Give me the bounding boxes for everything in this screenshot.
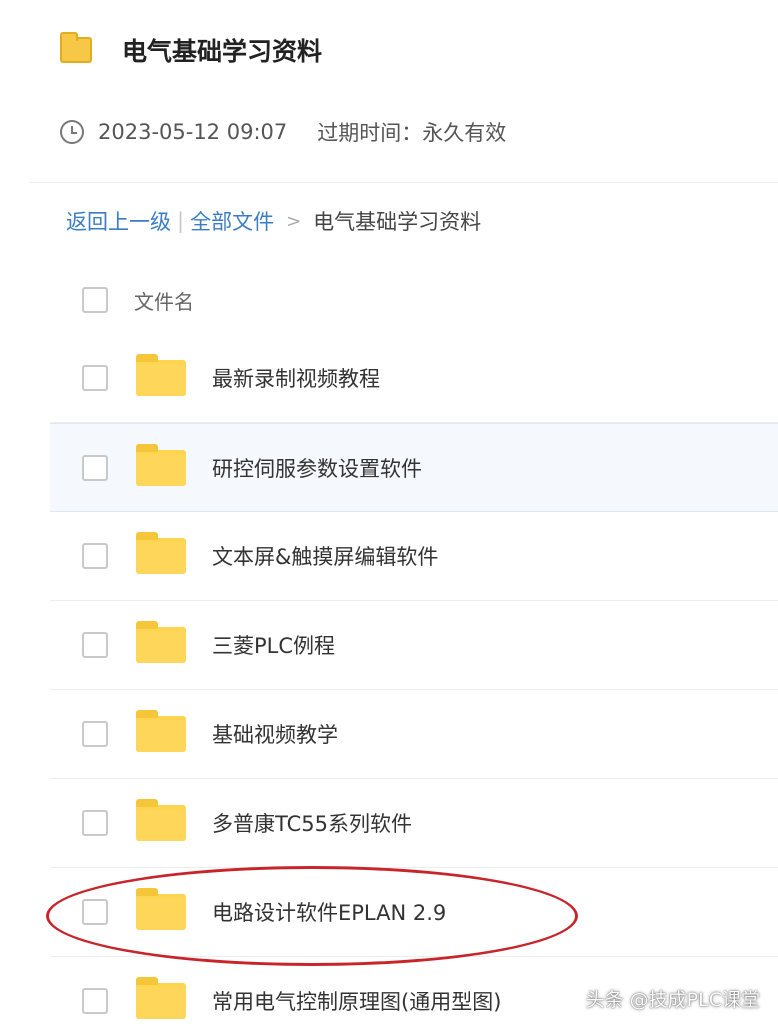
- clock-icon: [60, 120, 84, 144]
- folder-icon: [136, 710, 186, 752]
- row-checkbox[interactable]: [82, 365, 108, 391]
- row-checkbox[interactable]: [82, 632, 108, 658]
- page-title: 电气基础学习资料: [122, 37, 323, 66]
- folder-icon: [136, 532, 186, 574]
- row-checkbox[interactable]: [82, 810, 108, 836]
- column-header-filename: 文件名: [134, 289, 194, 314]
- row-checkbox[interactable]: [82, 988, 108, 1014]
- breadcrumb-current: 电气基础学习资料: [313, 210, 482, 234]
- share-meta: 2023-05-12 09:07 过期时间：永久有效: [60, 114, 506, 150]
- file-row[interactable]: 最新录制视频教程: [50, 334, 778, 423]
- folder-icon: [60, 32, 92, 63]
- share-page: 电气基础学习资料 2023-05-12 09:07 过期时间：永久有效 返回上一…: [0, 0, 778, 1030]
- folder-icon: [136, 443, 186, 486]
- share-header: 电气基础学习资料: [60, 26, 322, 74]
- file-name[interactable]: 最新录制视频教程: [212, 363, 380, 393]
- share-timestamp: 2023-05-12 09:07: [98, 120, 288, 144]
- file-name[interactable]: 电路设计软件EPLAN 2.9: [212, 897, 446, 927]
- back-link[interactable]: 返回上一级: [66, 206, 171, 236]
- file-row[interactable]: 三菱PLC例程: [50, 601, 778, 690]
- breadcrumb: 返回上一级 | 全部文件 > 电气基础学习资料: [66, 202, 481, 240]
- row-checkbox[interactable]: [82, 721, 108, 747]
- folder-icon: [136, 621, 186, 663]
- folder-icon: [136, 977, 186, 1019]
- file-list: 最新录制视频教程 研控伺服参数设置软件 文本屏&触摸屏编辑软件 三菱PLC例程 …: [50, 334, 778, 1030]
- folder-icon: [136, 799, 186, 841]
- file-list-header: 文件名: [50, 272, 778, 328]
- folder-icon: [136, 888, 186, 930]
- file-name[interactable]: 文本屏&触摸屏编辑软件: [212, 541, 438, 571]
- file-name[interactable]: 三菱PLC例程: [212, 630, 335, 660]
- file-row[interactable]: 研控伺服参数设置软件: [50, 423, 778, 512]
- row-checkbox[interactable]: [82, 899, 108, 925]
- file-name[interactable]: 多普康TC55系列软件: [212, 808, 412, 838]
- expiry-text: 过期时间：永久有效: [317, 121, 507, 145]
- file-row[interactable]: 文本屏&触摸屏编辑软件: [50, 512, 778, 601]
- row-checkbox[interactable]: [82, 543, 108, 569]
- file-name[interactable]: 基础视频教学: [212, 719, 338, 749]
- watermark: 头条 @技成PLC课堂: [585, 989, 760, 1011]
- folder-icon: [136, 354, 186, 396]
- row-checkbox[interactable]: [82, 454, 108, 481]
- breadcrumb-separator: |: [177, 209, 185, 233]
- select-all-checkbox[interactable]: [82, 287, 108, 313]
- file-name[interactable]: 研控伺服参数设置软件: [212, 453, 422, 483]
- file-row[interactable]: 多普康TC55系列软件: [50, 779, 778, 868]
- chevron-right-icon: >: [286, 210, 302, 232]
- file-name[interactable]: 常用电气控制原理图(通用型图): [212, 986, 501, 1016]
- file-row[interactable]: 基础视频教学: [50, 690, 778, 779]
- file-row[interactable]: 电路设计软件EPLAN 2.9: [50, 868, 778, 957]
- divider: [30, 182, 778, 183]
- all-files-link[interactable]: 全部文件: [190, 206, 274, 236]
